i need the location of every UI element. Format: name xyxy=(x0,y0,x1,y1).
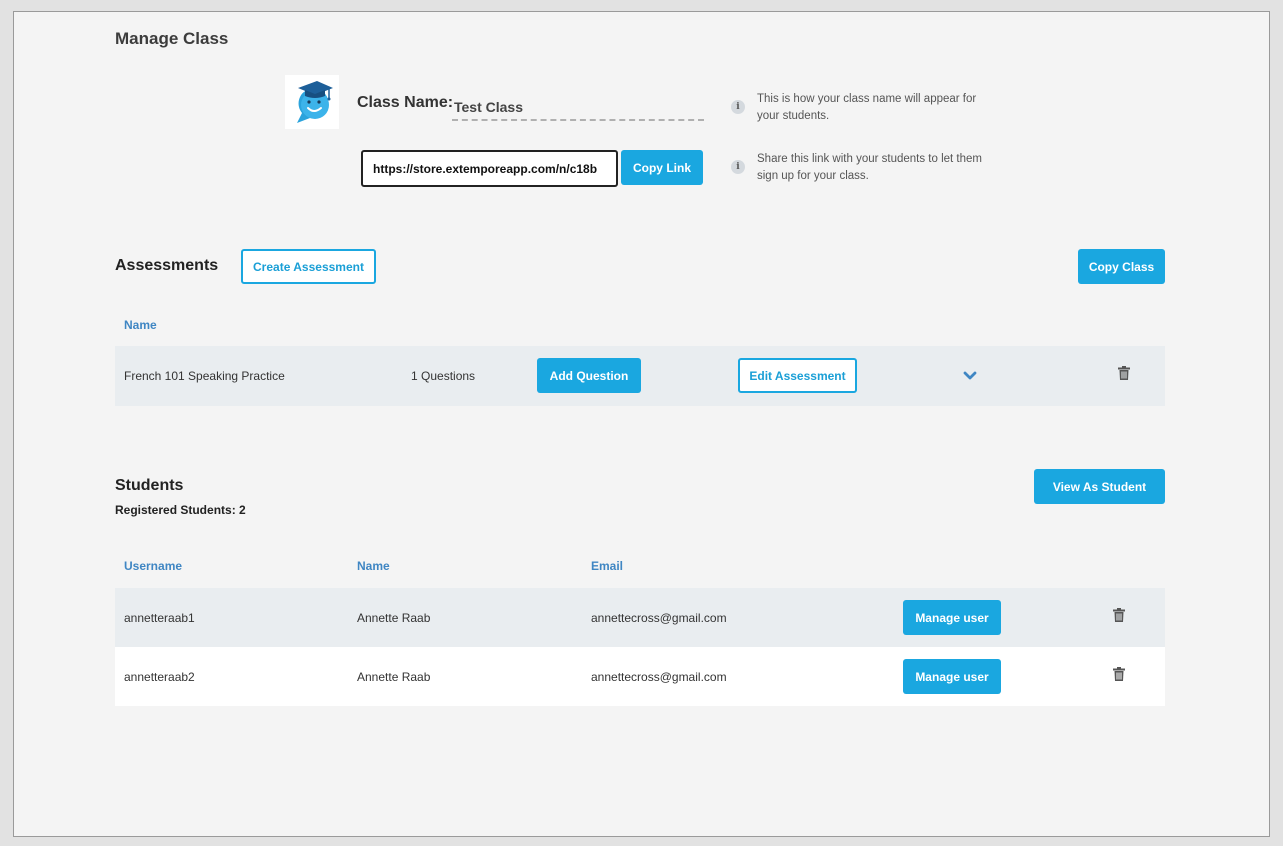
signup-link-input[interactable] xyxy=(361,150,618,187)
students-column-name: Name xyxy=(357,559,390,573)
student-username: annetteraab1 xyxy=(124,610,195,625)
trash-icon[interactable] xyxy=(1113,608,1125,627)
info-icon: i xyxy=(731,100,745,114)
students-title: Students xyxy=(115,477,184,494)
class-name-label: Class Name: xyxy=(357,94,454,111)
trash-icon[interactable] xyxy=(1118,366,1130,385)
student-row: annetteraab1 Annette Raab annettecross@g… xyxy=(115,588,1165,647)
class-logo xyxy=(285,75,339,129)
assessment-question-count: 1 Questions xyxy=(411,369,476,383)
student-email: annettecross@gmail.com xyxy=(591,669,727,684)
page-title: Manage Class xyxy=(115,29,229,48)
assessment-row: French 101 Speaking Practice 1 Questions… xyxy=(115,346,1165,406)
student-name: Annette Raab xyxy=(357,669,431,684)
class-name-input[interactable] xyxy=(452,95,704,121)
registered-students-count: Registered Students: 2 xyxy=(115,503,246,517)
student-username: annetteraab2 xyxy=(124,669,195,684)
students-column-username: Username xyxy=(124,559,183,573)
assessments-title: Assessments xyxy=(115,257,219,274)
edit-assessment-button[interactable]: Edit Assessment xyxy=(738,358,857,393)
copy-class-button[interactable]: Copy Class xyxy=(1078,249,1165,284)
student-name: Annette Raab xyxy=(357,610,431,625)
create-assessment-button[interactable]: Create Assessment xyxy=(241,249,376,284)
assessments-column-name: Name xyxy=(124,318,157,332)
add-question-button[interactable]: Add Question xyxy=(537,358,641,393)
class-name-hint: This is how your class name will appear … xyxy=(757,93,977,122)
students-column-email: Email xyxy=(591,559,624,573)
info-icon: i xyxy=(731,160,745,174)
assessment-name: French 101 Speaking Practice xyxy=(124,369,285,383)
signup-link-hint: Share this link with your students to le… xyxy=(757,153,982,182)
manage-user-button[interactable]: Manage user xyxy=(903,600,1001,635)
view-as-student-button[interactable]: View As Student xyxy=(1034,469,1165,504)
trash-icon[interactable] xyxy=(1113,667,1125,686)
mascot-logo-icon xyxy=(297,81,333,123)
copy-link-button[interactable]: Copy Link xyxy=(621,150,703,185)
student-email: annettecross@gmail.com xyxy=(591,610,727,625)
student-row: annetteraab2 Annette Raab annettecross@g… xyxy=(115,647,1165,706)
main-panel: Manage Class Class Name: i This is how y… xyxy=(13,11,1270,837)
manage-user-button[interactable]: Manage user xyxy=(903,659,1001,694)
chevron-down-icon[interactable] xyxy=(963,368,977,386)
